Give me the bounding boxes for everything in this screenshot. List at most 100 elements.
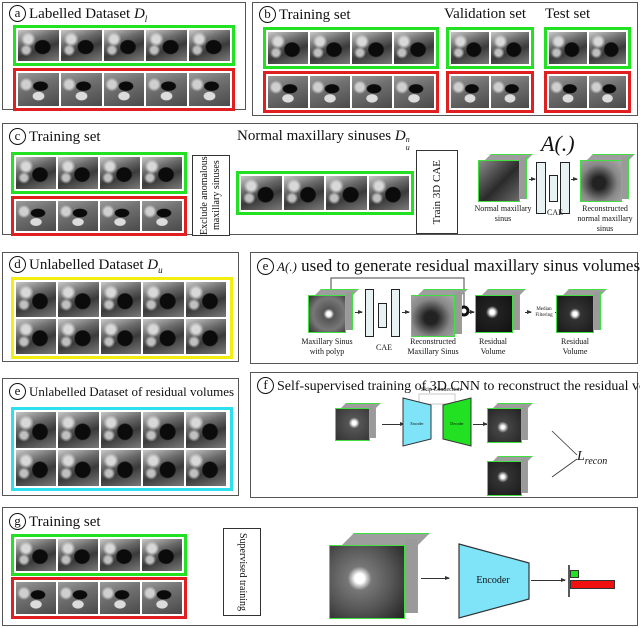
cae-layer [560,162,570,214]
thumbnail [549,32,587,64]
arrow [529,177,536,181]
thumbnail [588,32,626,64]
input-sinus-cube [308,289,359,333]
thumbnail [310,76,350,108]
panel-b-splits: b Training set Validation set Test set [252,2,638,116]
arrow [402,310,410,314]
panel-title: Unlabelled Dataset [29,257,144,273]
residual-cube [475,289,526,333]
thumbnail [368,176,409,210]
thumbnail [143,412,184,448]
thumbnail [394,32,434,64]
cae-layer [536,162,546,214]
training-set-title: Training set [279,7,351,23]
thumbnail [185,319,226,354]
training-normal-group [263,27,439,69]
validation-normal-group [446,27,534,69]
normal-score-bar [570,570,579,578]
thumbnail [146,73,188,106]
encoder-label: Encoder [410,421,424,426]
training-anomalous-group [263,71,439,113]
validation-set-title: Validation set [444,6,527,22]
thumbnail [58,201,98,231]
thumbnail [394,76,434,108]
thumbnail [16,157,56,189]
cae-function-label: A(.) [541,131,575,156]
thumbnail [16,282,57,317]
arrow [571,177,578,181]
thumbnail [58,282,99,317]
thumbnail [100,319,142,354]
median-filtering-label: Median Filtering [535,307,553,318]
panel-letter: a [9,5,26,22]
thumbnail [103,73,145,106]
thumbnail [268,32,308,64]
panel-e-residual-generation: e A(.) used to generate residual maxillar… [250,252,640,364]
exclude-anomalous-box: Exclude anomalous maxillary sinuses [192,155,230,236]
skip-connection-box [418,393,456,405]
panel-title: Labelled Dataset [29,6,131,22]
reconstructed-sinus-label: Reconstructed Maxillary Sinus [407,337,459,356]
thumbnail [451,32,489,64]
thumbnail [58,319,99,354]
thumbnail [352,32,392,64]
thumbnail [143,319,184,354]
test-set-title: Test set [545,6,591,22]
thumbnail [268,76,308,108]
residual-volume-label: Residual Volume [479,337,507,356]
reconstructed-residual-cube [487,403,533,443]
thumbnail [58,157,98,189]
test-normal-group [544,27,631,69]
thumbnail [58,450,99,486]
thumbnail [189,73,230,106]
arrow [525,310,532,314]
cae-layer [365,289,374,337]
thumbnail [100,412,142,448]
filtered-residual-cube [556,289,607,333]
thumbnail [241,176,282,210]
thumbnail [491,76,529,108]
panel-c-cae-training: c Training set Exclude anomalous maxillar… [2,123,638,236]
thumbnail [18,30,59,61]
thumbnail [142,157,182,189]
thumbnail [326,176,367,210]
thumbnail [100,201,140,231]
thumbnail [185,412,226,448]
normal-group [13,25,235,66]
thumbnail [58,412,99,448]
thumbnail [143,450,184,486]
thumbnail [100,282,142,317]
panel-title: Training set [29,129,101,145]
reconstructed-sinus-cube [411,289,468,337]
normal-sinus-label: Normal maxillary sinus [474,204,532,223]
thumbnail [103,30,145,61]
reconstruction-loss-label: Lrecon [577,449,608,467]
thumbnail [185,282,226,317]
cae-layer [378,303,387,328]
thumbnail [100,157,140,189]
reconstructed-normal-label: Reconstructed normal maxillary sinus [577,204,633,233]
thumbnail [451,76,489,108]
panel-e-residual-dataset: e Unlabelled Dataset of residual volumes [2,378,239,496]
arrow [531,578,566,582]
validation-anomalous-group [446,71,534,113]
anomalous-group [13,68,235,111]
loss-arrow [551,430,578,456]
thumbnail [588,76,626,108]
decoder-label: Decoder [450,421,464,426]
thumbnail [143,282,184,317]
normal-sinuses-title: Normal maxillary sinuses Dnu [237,128,410,152]
thumbnail [146,30,188,61]
cae-layer [391,289,400,337]
cae-label: CAE [547,208,563,217]
thumbnail [16,450,57,486]
normal-sinuses-group [236,171,414,215]
thumbnail [18,73,59,106]
normal-sinus-cube [478,154,533,202]
thumbnail [60,30,102,61]
thumbnail [283,176,324,210]
cae-layer [549,175,558,202]
thumbnail [310,32,350,64]
thumbnail [16,319,57,354]
training-normal-group [11,152,187,194]
